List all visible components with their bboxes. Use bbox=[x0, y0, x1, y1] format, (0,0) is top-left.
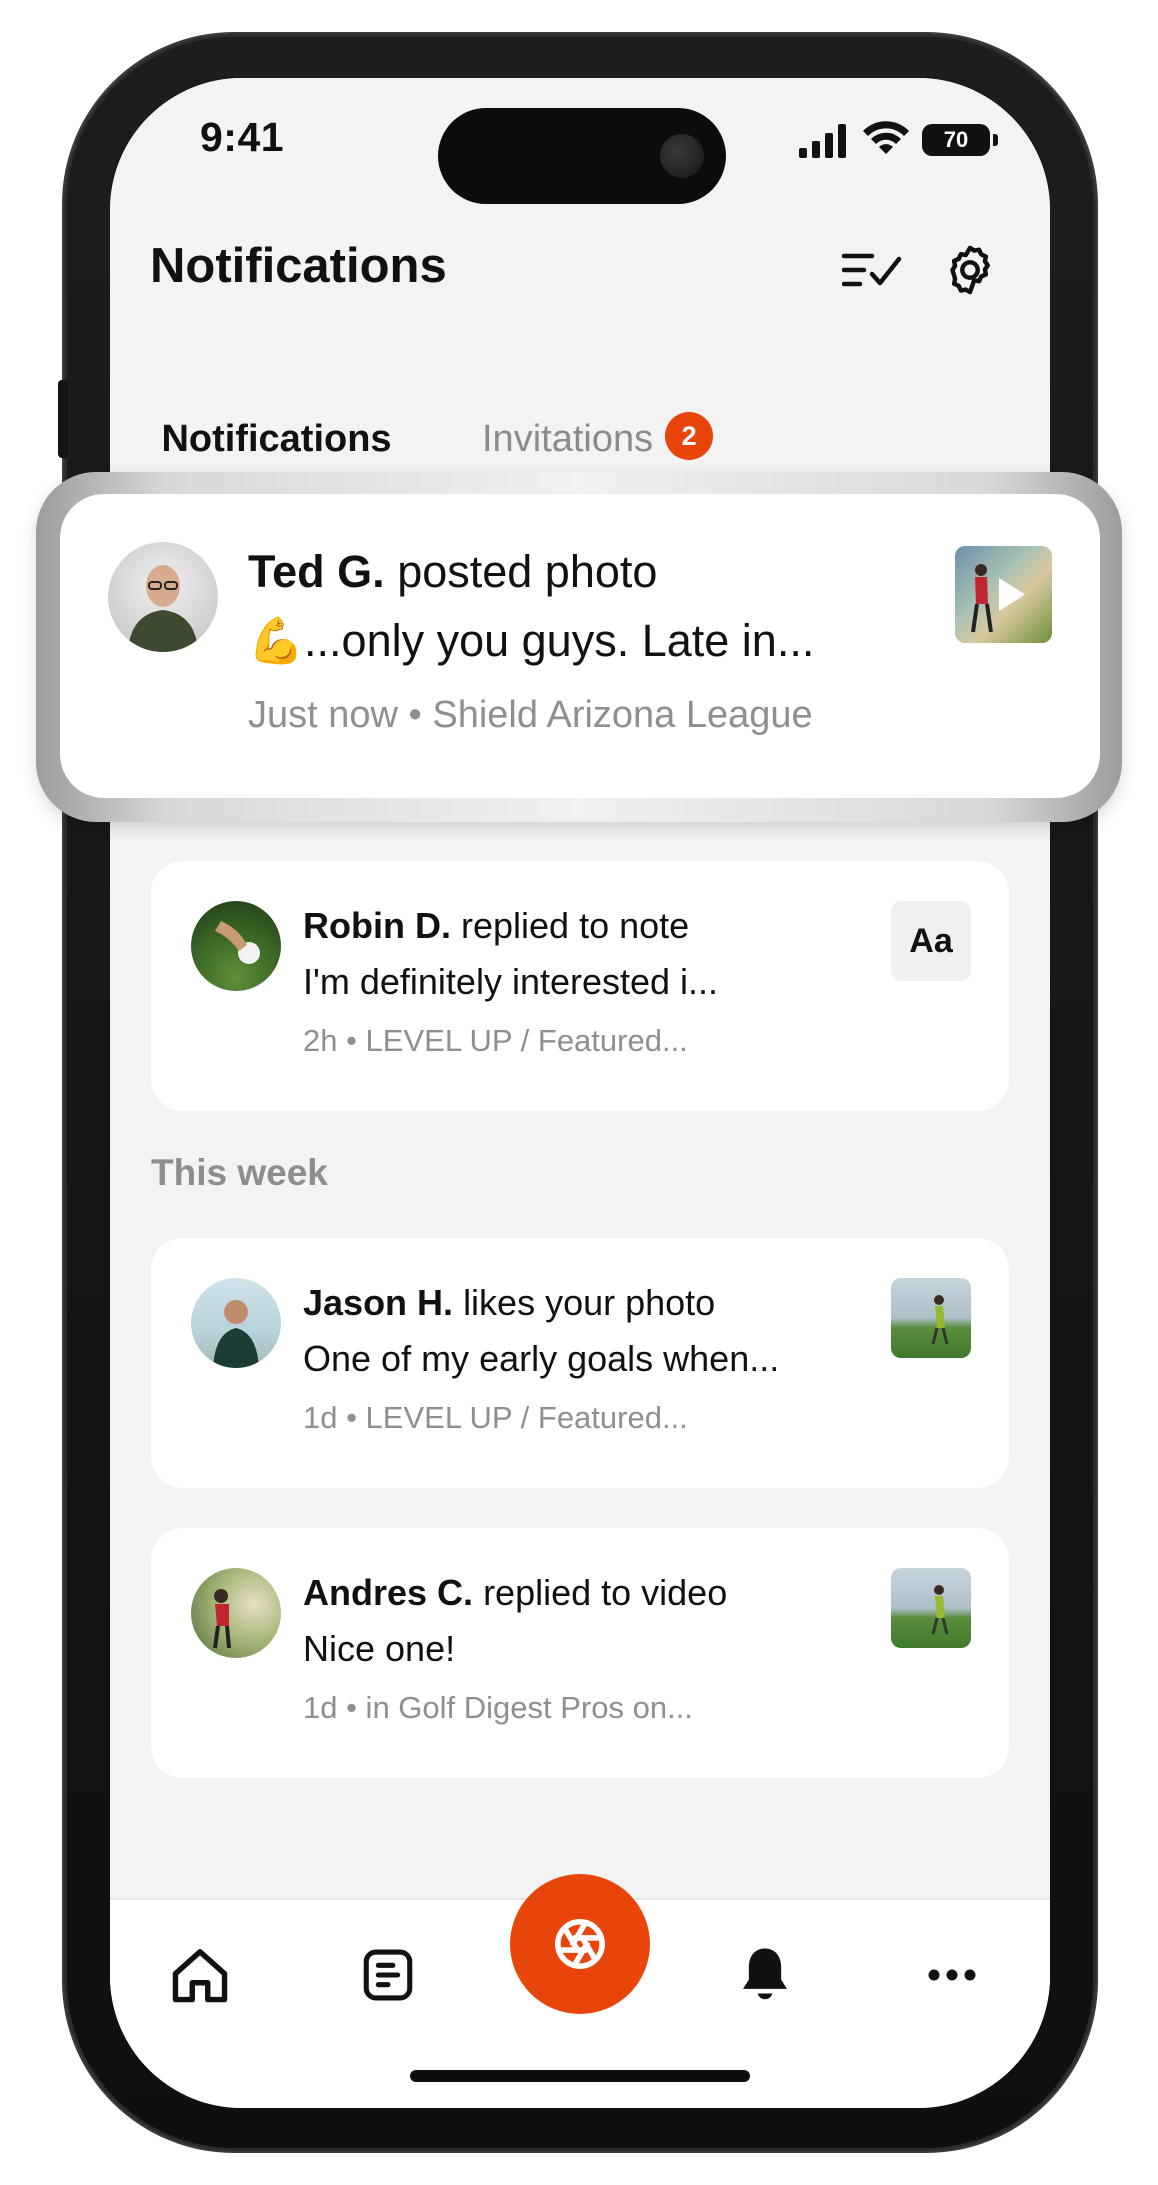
notification-preview: 💪...only you guys. Late in... bbox=[248, 615, 815, 666]
notification-preview: Nice one! bbox=[303, 1628, 456, 1669]
status-time: 9:41 bbox=[200, 114, 285, 160]
side-button-mute bbox=[58, 380, 68, 458]
notification-title: Robin D. replied to note bbox=[303, 905, 689, 947]
invitations-count-badge: 2 bbox=[665, 412, 714, 460]
action-text: posted photo bbox=[397, 546, 658, 597]
author-name: Ted G. bbox=[248, 546, 385, 597]
notification-meta: 1d • LEVEL UP / Featured... bbox=[303, 1400, 688, 1435]
avatar bbox=[108, 542, 218, 652]
note-thumbnail: Aa bbox=[891, 901, 971, 981]
bell-icon[interactable] bbox=[730, 1940, 800, 2010]
camera-lens bbox=[660, 134, 704, 178]
notification-meta: Just now • Shield Arizona League bbox=[248, 694, 813, 736]
notification-card[interactable]: Jason H. likes your photo One of my earl… bbox=[151, 1238, 1009, 1488]
page-title: Notifications bbox=[150, 239, 447, 293]
video-thumbnail bbox=[955, 546, 1052, 643]
play-icon bbox=[999, 578, 1025, 611]
checklist-icon[interactable] bbox=[840, 238, 904, 302]
avatar bbox=[191, 1278, 281, 1368]
note-thumbnail-text: Aa bbox=[909, 921, 953, 960]
camera-shutter-icon bbox=[555, 1919, 605, 1969]
camera-shutter-button[interactable] bbox=[510, 1874, 650, 2014]
video-thumbnail bbox=[891, 1568, 971, 1648]
wifi-icon bbox=[863, 121, 909, 154]
notification-card[interactable]: Robin D. replied to note I'm definitely … bbox=[151, 861, 1009, 1111]
action-text: replied to note bbox=[461, 905, 690, 946]
home-indicator bbox=[410, 2070, 750, 2082]
action-text: likes your photo bbox=[463, 1282, 716, 1323]
avatar bbox=[191, 1568, 281, 1658]
photo-thumbnail bbox=[891, 1278, 971, 1358]
notification-preview: I'm definitely interested i... bbox=[303, 961, 719, 1002]
tab-invitations-label: Invitations bbox=[482, 418, 654, 460]
notification-preview: One of my early goals when... bbox=[303, 1338, 780, 1379]
author-name: Robin D. bbox=[303, 905, 451, 946]
home-icon[interactable] bbox=[165, 1940, 235, 2010]
notification-title: Jason H. likes your photo bbox=[303, 1282, 715, 1324]
dynamic-island bbox=[438, 108, 726, 204]
tab-notifications-label: Notifications bbox=[161, 418, 392, 460]
status-bar: 9:41 70 bbox=[110, 78, 1050, 208]
author-name: Andres C. bbox=[303, 1572, 474, 1613]
signal-icon bbox=[799, 124, 846, 158]
battery-icon: 70 bbox=[922, 124, 998, 156]
more-icon[interactable] bbox=[917, 1940, 987, 2010]
notification-title: Ted G. posted photo bbox=[248, 546, 657, 598]
avatar bbox=[191, 901, 281, 991]
notification-card[interactable]: Andres C. replied to video Nice one! 1d … bbox=[151, 1528, 1009, 1778]
notification-meta: 2h • LEVEL UP / Featured... bbox=[303, 1023, 688, 1058]
highlighted-notification-card[interactable]: Ted G. posted photo 💪...only you guys. L… bbox=[60, 494, 1100, 798]
action-text: replied to video bbox=[483, 1572, 728, 1613]
feed-icon[interactable] bbox=[353, 1940, 423, 2010]
gear-icon[interactable] bbox=[938, 238, 1002, 302]
author-name: Jason H. bbox=[303, 1282, 454, 1323]
notification-meta: 1d • in Golf Digest Pros on... bbox=[303, 1690, 693, 1725]
screen: 9:41 70 Notifications Notifications Invi… bbox=[110, 78, 1050, 2108]
section-header-this-week: This week bbox=[151, 1152, 328, 1193]
notification-title: Andres C. replied to video bbox=[303, 1572, 727, 1614]
